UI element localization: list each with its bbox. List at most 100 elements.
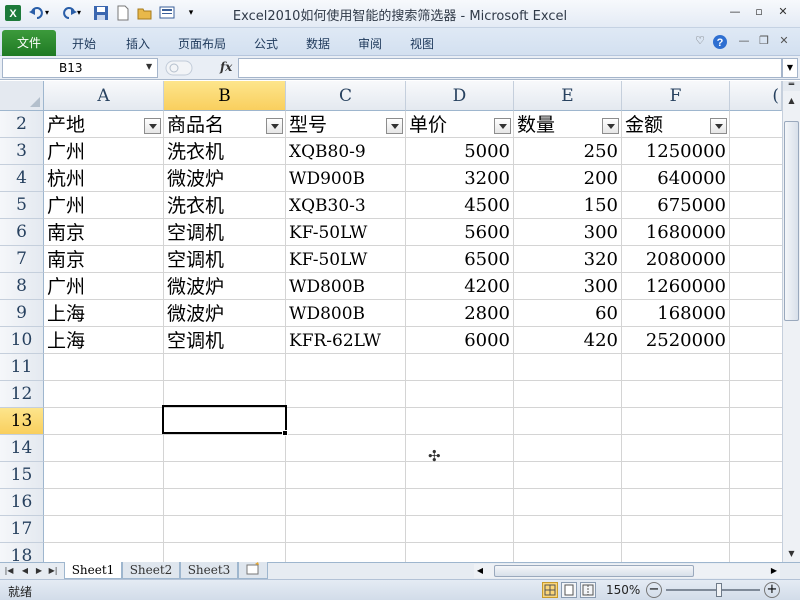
active-cell[interactable] <box>162 405 287 434</box>
worksheet-grid[interactable]: A B C D E F ( 2 3 4 5 6 7 8 9 10 11 12 13 14 15 16 17 18… <box>0 81 782 562</box>
row-header-7[interactable]: 7 <box>0 246 44 273</box>
maximize-window-button[interactable]: ▫ <box>748 5 770 21</box>
sheet-tab-sheet1[interactable]: Sheet1 <box>64 562 122 579</box>
sheet-tab-sheet2[interactable]: Sheet2 <box>122 562 180 579</box>
table-cell[interactable]: 上海 <box>44 300 164 327</box>
table-cell[interactable]: 空调机 <box>164 327 286 354</box>
last-sheet-icon[interactable]: ▶| <box>46 565 60 577</box>
minimize-window-button[interactable]: — <box>724 5 746 21</box>
scroll-right-icon[interactable]: ▶ <box>768 565 780 577</box>
table-cell[interactable]: 杭州 <box>44 165 164 192</box>
page-break-view-button[interactable] <box>580 582 596 598</box>
table-cell[interactable]: 广州 <box>44 192 164 219</box>
zoom-slider-thumb[interactable] <box>716 583 722 597</box>
table-cell[interactable]: 2800 <box>406 300 514 327</box>
table-cell[interactable]: 广州 <box>44 273 164 300</box>
table-cell[interactable]: KF-50LW <box>286 219 406 246</box>
zoom-out-button[interactable]: − <box>646 582 662 598</box>
table-cell[interactable]: 洗衣机 <box>164 138 286 165</box>
name-box[interactable]: B13 <box>2 58 158 78</box>
normal-view-button[interactable] <box>542 582 558 598</box>
row-header-8[interactable]: 8 <box>0 273 44 300</box>
row-header-18[interactable]: 18 <box>0 543 44 562</box>
zoom-slider[interactable] <box>666 589 760 591</box>
table-cell[interactable]: 2520000 <box>622 327 730 354</box>
column-header-a[interactable]: A <box>44 81 164 111</box>
zoom-in-button[interactable]: + <box>764 582 780 598</box>
table-cell[interactable]: 420 <box>514 327 622 354</box>
row-header-17[interactable]: 17 <box>0 516 44 543</box>
table-cell[interactable]: 1680000 <box>622 219 730 246</box>
row-header-5[interactable]: 5 <box>0 192 44 219</box>
table-cell[interactable]: 2080000 <box>622 246 730 273</box>
table-cell[interactable]: 675000 <box>622 192 730 219</box>
column-header-d[interactable]: D <box>406 81 514 111</box>
table-cell[interactable]: 空调机 <box>164 246 286 273</box>
row-header-12[interactable]: 12 <box>0 381 44 408</box>
close-window-button[interactable]: ✕ <box>772 5 794 21</box>
prev-sheet-icon[interactable]: ◀ <box>18 565 32 577</box>
table-cell[interactable]: WD800B <box>286 273 406 300</box>
row-header-13[interactable]: 13 <box>0 408 44 435</box>
name-box-dropdown-icon[interactable]: ▼ <box>146 62 152 71</box>
table-cell[interactable]: KF-50LW <box>286 246 406 273</box>
table-cell[interactable]: 6000 <box>406 327 514 354</box>
zoom-level[interactable]: 150% <box>606 583 640 597</box>
column-header-f[interactable]: F <box>622 81 730 111</box>
row-header-6[interactable]: 6 <box>0 219 44 246</box>
formula-input[interactable] <box>238 58 782 78</box>
scroll-down-icon[interactable]: ▼ <box>783 546 800 562</box>
tab-page-layout[interactable]: 页面布局 <box>178 35 226 52</box>
scroll-left-icon[interactable]: ◀ <box>474 565 486 577</box>
tab-formulas[interactable]: 公式 <box>254 35 278 52</box>
table-cell[interactable]: 广州 <box>44 138 164 165</box>
row-header-14[interactable]: 14 <box>0 435 44 462</box>
column-header-c[interactable]: C <box>286 81 406 111</box>
table-cell[interactable]: 1250000 <box>622 138 730 165</box>
insert-sheet-icon[interactable] <box>238 562 268 579</box>
filter-dropdown-icon[interactable] <box>710 118 727 134</box>
table-cell[interactable]: 南京 <box>44 246 164 273</box>
table-cell[interactable]: WD900B <box>286 165 406 192</box>
filter-dropdown-icon[interactable] <box>266 118 283 134</box>
table-cell[interactable]: 320 <box>514 246 622 273</box>
minimize-icon[interactable]: — <box>736 34 752 50</box>
column-header-g-partial[interactable]: ( <box>730 81 782 111</box>
page-layout-view-button[interactable] <box>561 582 577 598</box>
table-cell[interactable]: WD800B <box>286 300 406 327</box>
table-cell[interactable]: 200 <box>514 165 622 192</box>
tab-home[interactable]: 开始 <box>72 35 96 52</box>
help-icon[interactable]: ? <box>712 34 728 50</box>
table-cell[interactable]: 洗衣机 <box>164 192 286 219</box>
row-header-10[interactable]: 10 <box>0 327 44 354</box>
table-cell[interactable]: 640000 <box>622 165 730 192</box>
tab-review[interactable]: 审阅 <box>358 35 382 52</box>
close-icon[interactable]: ✕ <box>776 34 792 50</box>
table-cell[interactable]: 6500 <box>406 246 514 273</box>
row-header-3[interactable]: 3 <box>0 138 44 165</box>
row-header-9[interactable]: 9 <box>0 300 44 327</box>
table-cell[interactable]: 4200 <box>406 273 514 300</box>
fill-handle[interactable] <box>282 430 288 436</box>
minimize-ribbon-icon[interactable]: ♡ <box>692 34 708 50</box>
tab-data[interactable]: 数据 <box>306 35 330 52</box>
filter-dropdown-icon[interactable] <box>602 118 619 134</box>
table-cell[interactable]: 250 <box>514 138 622 165</box>
sheet-tab-sheet3[interactable]: Sheet3 <box>180 562 238 579</box>
table-cell[interactable]: 微波炉 <box>164 165 286 192</box>
table-cell[interactable]: 168000 <box>622 300 730 327</box>
scroll-up-icon[interactable]: ▲ <box>783 93 800 109</box>
table-cell[interactable]: 微波炉 <box>164 273 286 300</box>
table-cell[interactable]: 60 <box>514 300 622 327</box>
column-header-b[interactable]: B <box>164 81 286 111</box>
restore-icon[interactable]: ❐ <box>756 34 772 50</box>
filter-dropdown-icon[interactable] <box>386 118 403 134</box>
tab-insert[interactable]: 插入 <box>126 35 150 52</box>
row-header-15[interactable]: 15 <box>0 462 44 489</box>
table-cell[interactable]: 300 <box>514 273 622 300</box>
vertical-scrollbar[interactable]: ═ ▲ ▼ <box>782 81 800 562</box>
expand-formula-bar-icon[interactable]: ▼ <box>782 58 798 78</box>
table-cell[interactable]: XQB30-3 <box>286 192 406 219</box>
filter-dropdown-icon[interactable] <box>494 118 511 134</box>
tab-view[interactable]: 视图 <box>410 35 434 52</box>
